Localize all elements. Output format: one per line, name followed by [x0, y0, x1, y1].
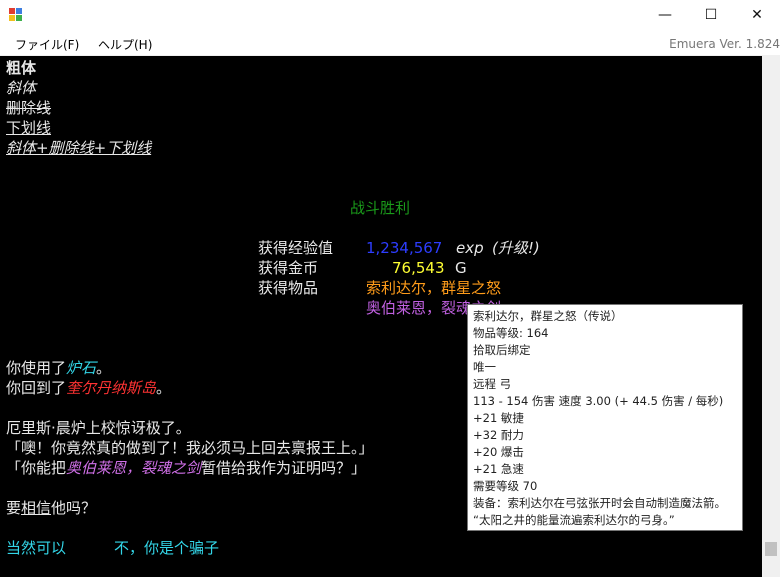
- strike-text: 删除线: [6, 99, 52, 117]
- choice-yes-button[interactable]: 当然可以: [6, 538, 66, 558]
- tooltip-line: 装备：索利达尔在弓弦张开时会自动制造魔法箭。: [473, 496, 726, 510]
- gold-value: 76,543: [392, 259, 445, 277]
- exp-label: 获得经验值: [258, 239, 334, 257]
- believe-link[interactable]: 相信: [21, 499, 51, 517]
- returned-text: 你回到了: [6, 379, 67, 397]
- gold-unit: G: [455, 259, 467, 277]
- exp-value: 1,234,567: [366, 239, 443, 257]
- period: 。: [156, 379, 172, 397]
- used-text: 你使用了: [6, 359, 67, 377]
- question-text-b: 他吗？: [51, 499, 97, 517]
- maximize-button[interactable]: ☐: [688, 0, 734, 31]
- tooltip-line: 索利达尔，群星之怒（传说）: [473, 309, 623, 323]
- menu-help[interactable]: ヘルプ(H): [98, 36, 152, 53]
- question-line: 要相信他吗？: [6, 498, 96, 518]
- tooltip-line: 需要等级 70: [473, 479, 538, 493]
- tooltip-line: “太阳之井的能量流遍索利达尔的弓身。”: [473, 513, 675, 527]
- question-text-a: 要: [6, 499, 22, 517]
- tooltip-line: 113 - 154 伤害 速度 3.00 (+ 44.5 伤害 / 每秒): [473, 394, 724, 408]
- quote-line-2: 「你能把奥伯莱恩，裂魂之剑暂借给我作为证明吗？」: [6, 458, 366, 478]
- tooltip-line: 远程 弓: [473, 377, 512, 391]
- close-button[interactable]: ✕: [734, 0, 780, 31]
- items-label: 获得物品: [258, 279, 319, 297]
- version-label: Emuera Ver. 1.824: [669, 37, 780, 51]
- combo-text: 斜体+删除线+下划线: [6, 139, 152, 157]
- quote-text-b: 暂借给我作为证明吗？」: [201, 459, 367, 477]
- returned-line: 你回到了奎尔丹纳斯岛。: [6, 378, 171, 398]
- victory-title: 战斗胜利: [350, 199, 411, 217]
- underline-text: 下划线: [6, 119, 52, 137]
- tooltip-line: 物品等级: 164: [473, 326, 549, 340]
- island-link[interactable]: 奎尔丹纳斯岛: [66, 379, 156, 397]
- quote-line-1: 「噢！你竟然真的做到了！我必须马上回去禀报王上。」: [6, 439, 374, 457]
- bold-text: 粗体: [6, 59, 37, 77]
- levelup-text: (升级!): [492, 239, 540, 257]
- period: 。: [96, 359, 112, 377]
- exp-unit: exp: [456, 239, 484, 257]
- npc-line: 厄里斯·晨炉上校惊讶极了。: [6, 419, 191, 437]
- gold-label: 获得金币: [258, 259, 319, 277]
- hearthstone-link[interactable]: 炉石: [66, 359, 96, 377]
- scrollbar-thumb[interactable]: [765, 542, 777, 556]
- choice-no-button[interactable]: 不，你是个骗子: [114, 538, 219, 558]
- item-link-1[interactable]: 索利达尔，群星之怒: [366, 278, 501, 298]
- used-line: 你使用了炉石。: [6, 358, 111, 378]
- tooltip-line: +20 爆击: [473, 445, 524, 459]
- minimize-button[interactable]: —: [642, 0, 688, 31]
- vertical-scrollbar[interactable]: [762, 56, 780, 577]
- app-icon: [9, 8, 23, 22]
- italic-text: 斜体: [6, 79, 37, 97]
- quote-text-a: 「你能把: [6, 459, 67, 477]
- menu-bar: ファイル(F) ヘルプ(H) Emuera Ver. 1.824: [0, 31, 780, 56]
- tooltip-line: +21 敏捷: [473, 411, 524, 425]
- item-tooltip: 索利达尔，群星之怒（传说） 物品等级: 164 拾取后绑定 唯一 远程 弓 11…: [467, 304, 743, 531]
- tooltip-line: 唯一: [473, 360, 496, 374]
- menu-file[interactable]: ファイル(F): [15, 36, 79, 53]
- quote-item-link[interactable]: 奥伯莱恩，裂魂之剑: [66, 459, 201, 477]
- title-bar: — ☐ ✕: [0, 0, 780, 31]
- tooltip-line: 拾取后绑定: [473, 343, 531, 357]
- tooltip-line: +21 急速: [473, 462, 524, 476]
- tooltip-line: +32 耐力: [473, 428, 524, 442]
